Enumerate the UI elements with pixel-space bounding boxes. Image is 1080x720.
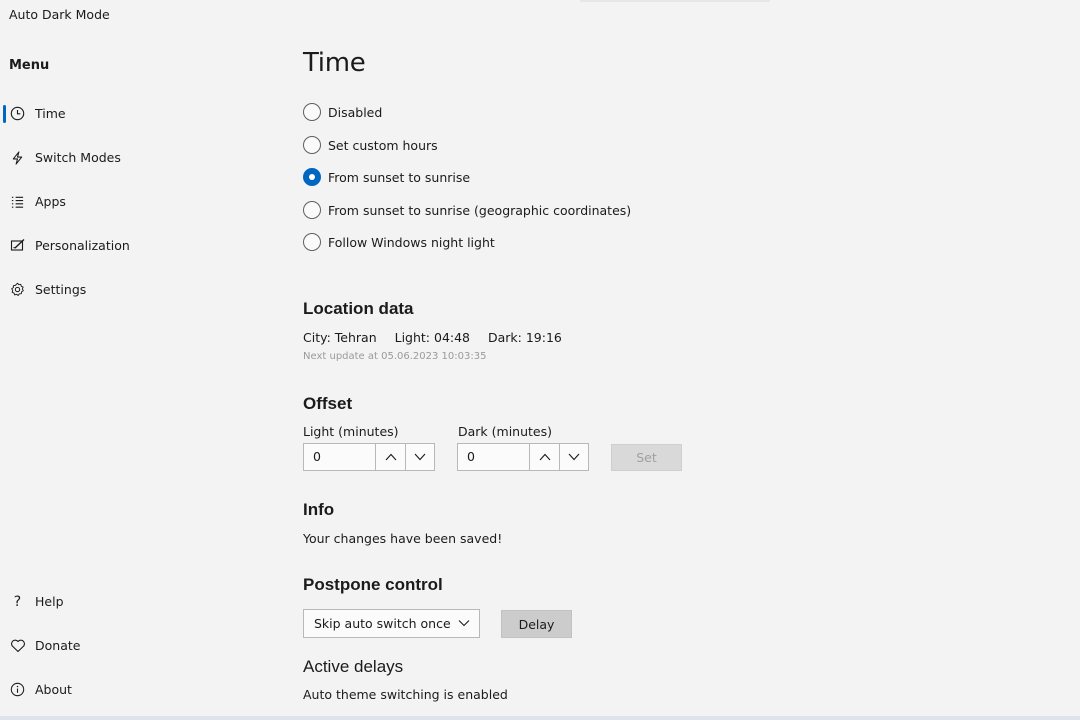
light-minutes-label: Light (minutes) [303, 424, 399, 439]
sidebar-item-label: Help [35, 594, 64, 609]
sidebar-item-label: Personalization [35, 238, 130, 253]
light-minutes-stepper[interactable]: 0 [303, 443, 435, 471]
window-bottom-edge [0, 716, 1080, 720]
list-icon [9, 193, 26, 210]
window-top-strip [580, 0, 770, 2]
sidebar-item-help[interactable]: ? Help [0, 587, 270, 617]
chevron-down-icon [414, 453, 426, 461]
sidebar-item-label: Switch Modes [35, 150, 121, 165]
sidebar-item-about[interactable]: About [0, 675, 270, 705]
radio-night-light[interactable]: Follow Windows night light [303, 232, 495, 252]
set-offset-button[interactable]: Set [611, 444, 682, 471]
chevron-down-icon [458, 620, 470, 627]
sidebar-item-apps[interactable]: Apps [0, 187, 270, 217]
gear-icon [9, 281, 26, 298]
radio-button[interactable] [303, 201, 321, 219]
active-delays-title: Active delays [303, 657, 404, 676]
city-value: City: Tehran [303, 330, 377, 345]
radio-button[interactable] [303, 136, 321, 154]
light-time-value: Light: 04:48 [394, 330, 471, 345]
radio-label: From sunset to sunrise (geographic coord… [328, 202, 632, 218]
location-section-title: Location data [303, 299, 414, 318]
page-title: Time [303, 48, 366, 78]
lightning-icon [9, 149, 26, 166]
radio-button-checked[interactable] [303, 168, 321, 186]
location-info-row: City: Tehran Light: 04:48 Dark: 19:16 [303, 330, 576, 345]
radio-sunset-sunrise[interactable]: From sunset to sunrise [303, 167, 470, 187]
sidebar-item-label: Donate [35, 638, 81, 653]
light-minutes-input[interactable]: 0 [304, 444, 376, 470]
sidebar-item-label: Time [35, 106, 66, 121]
sidebar-item-label: Apps [35, 194, 66, 209]
radio-disabled[interactable]: Disabled [303, 102, 382, 122]
selection-indicator [3, 105, 6, 123]
radio-sunset-sunrise-geo[interactable]: From sunset to sunrise (geographic coord… [303, 200, 631, 220]
menu-heading: Menu [9, 58, 50, 73]
offset-section-title: Offset [303, 394, 353, 413]
decrement-button[interactable] [559, 444, 588, 470]
radio-label: From sunset to sunrise [328, 169, 471, 185]
chevron-down-icon [568, 453, 580, 461]
radio-label: Set custom hours [328, 137, 438, 153]
clock-icon [9, 105, 26, 122]
decrement-button[interactable] [405, 444, 434, 470]
sidebar-item-personalization[interactable]: Personalization [0, 231, 270, 261]
info-icon [9, 681, 26, 698]
info-section-title: Info [303, 500, 335, 519]
delay-button[interactable]: Delay [501, 610, 572, 638]
radio-button[interactable] [303, 233, 321, 251]
active-delays-status: Auto theme switching is enabled [303, 687, 508, 702]
dark-minutes-input[interactable]: 0 [458, 444, 530, 470]
radio-custom-hours[interactable]: Set custom hours [303, 135, 438, 155]
sidebar-item-switch-modes[interactable]: Switch Modes [0, 143, 270, 173]
heart-icon [9, 637, 26, 654]
postpone-section-title: Postpone control [303, 575, 443, 594]
sidebar-item-settings[interactable]: Settings [0, 275, 270, 305]
chevron-up-icon [385, 453, 396, 461]
sidebar-item-donate[interactable]: Donate [0, 631, 270, 661]
increment-button[interactable] [530, 444, 559, 470]
question-icon: ? [13, 593, 22, 610]
dark-minutes-label: Dark (minutes) [458, 424, 552, 439]
next-update-text: Next update at 05.06.2023 10:03:35 [303, 351, 487, 362]
app-title: Auto Dark Mode [9, 7, 110, 22]
dropdown-selected-value: Skip auto switch once [314, 616, 451, 631]
chevron-up-icon [539, 453, 550, 461]
sidebar-item-time[interactable]: Time [0, 99, 270, 129]
sidebar-item-label: Settings [35, 282, 87, 297]
radio-button[interactable] [303, 103, 321, 121]
dark-time-value: Dark: 19:16 [488, 330, 562, 345]
radio-label: Disabled [328, 104, 383, 120]
dark-minutes-stepper[interactable]: 0 [457, 443, 589, 471]
increment-button[interactable] [376, 444, 405, 470]
postpone-dropdown[interactable]: Skip auto switch once [303, 609, 480, 638]
radio-label: Follow Windows night light [328, 234, 495, 250]
personalize-icon [9, 237, 26, 254]
sidebar-item-label: About [35, 682, 72, 697]
info-message: Your changes have been saved! [303, 531, 503, 546]
